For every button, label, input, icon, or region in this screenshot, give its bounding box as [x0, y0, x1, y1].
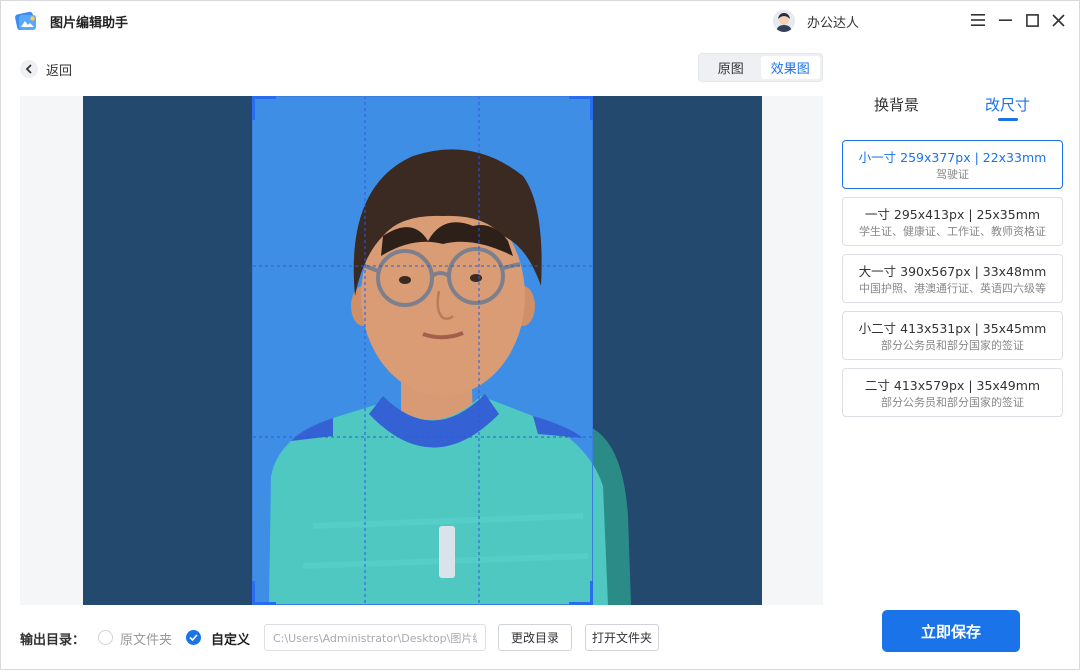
size-option-large-1inch[interactable]: 大一寸 390x567px | 33x48mm 中国护照、港澳通行证、英语四六级…: [842, 254, 1063, 303]
menu-button[interactable]: [969, 11, 987, 29]
back-button[interactable]: 返回: [20, 59, 72, 79]
menu-icon: [971, 14, 985, 26]
minimize-icon: [998, 19, 1012, 21]
avatar[interactable]: [773, 10, 795, 32]
check-icon: [189, 634, 198, 641]
maximize-icon: [1025, 13, 1039, 27]
open-folder-button[interactable]: 打开文件夹: [585, 624, 659, 651]
crop-handle-bottom-left[interactable]: [252, 581, 276, 605]
title-bar: 图片编辑助手 办公达人: [1, 1, 1080, 41]
size-option-title: 一寸 295x413px | 25x35mm: [864, 207, 1041, 222]
radio-original-folder[interactable]: [98, 630, 113, 645]
view-result-button[interactable]: 效果图: [760, 56, 820, 79]
crop-handle-bottom-right[interactable]: [569, 581, 593, 605]
user-avatar-icon: [773, 10, 795, 32]
crop-handle-top-right[interactable]: [569, 96, 593, 120]
save-now-button[interactable]: 立即保存: [882, 610, 1020, 652]
crop-handle-top-left[interactable]: [252, 96, 276, 120]
size-option-1inch[interactable]: 一寸 295x413px | 25x35mm 学生证、健康证、工作证、教师资格证: [842, 197, 1063, 246]
output-path-input[interactable]: [264, 624, 486, 651]
radio-original-folder-label[interactable]: 原文件夹: [120, 629, 172, 648]
tab-change-size[interactable]: 改尺寸: [985, 94, 1030, 115]
size-option-title: 二寸 413x579px | 35x49mm: [864, 378, 1041, 393]
size-option-desc: 部分公务员和部分国家的签证: [881, 396, 1024, 409]
radio-custom-folder[interactable]: [186, 630, 201, 645]
maximize-button[interactable]: [1023, 11, 1041, 29]
output-directory-label: 输出目录：: [20, 633, 86, 648]
size-option-title: 小一寸 259x377px | 22x33mm: [858, 150, 1047, 165]
crop-box[interactable]: [252, 96, 593, 605]
back-circle: [20, 60, 38, 78]
size-option-2inch[interactable]: 二寸 413x579px | 35x49mm 部分公务员和部分国家的签证: [842, 368, 1063, 417]
username: 办公达人: [807, 16, 860, 31]
change-directory-button[interactable]: 更改目录: [498, 624, 572, 651]
size-option-title: 小二寸 413x531px | 35x45mm: [858, 321, 1047, 336]
app-logo-icon: [15, 11, 36, 31]
size-option-small-2inch[interactable]: 小二寸 413x531px | 35x45mm 部分公务员和部分国家的签证: [842, 311, 1063, 360]
close-icon: [1051, 13, 1065, 27]
app-window: 图片编辑助手 办公达人 返回 原图 效果图 换背景 改尺寸 小一寸 259x37…: [0, 0, 1080, 670]
back-label: 返回: [46, 63, 73, 79]
active-tab-indicator: [998, 118, 1018, 121]
chevron-left-icon: [25, 64, 32, 74]
view-toggle: 原图 效果图: [698, 53, 823, 82]
size-option-desc: 部分公务员和部分国家的签证: [881, 339, 1024, 352]
close-button[interactable]: [1049, 11, 1067, 29]
view-original-button[interactable]: 原图: [701, 56, 761, 79]
size-option-desc: 驾驶证: [936, 168, 969, 181]
size-option-desc: 中国护照、港澳通行证、英语四六级等: [859, 282, 1046, 295]
preview-canvas: [20, 96, 823, 605]
radio-custom-folder-label[interactable]: 自定义: [211, 629, 250, 648]
app-title: 图片编辑助手: [50, 16, 129, 31]
size-option-small-1inch[interactable]: 小一寸 259x377px | 22x33mm 驾驶证: [842, 140, 1063, 189]
size-option-title: 大一寸 390x567px | 33x48mm: [858, 264, 1047, 279]
minimize-button[interactable]: [996, 11, 1014, 29]
tab-change-background[interactable]: 换背景: [874, 94, 919, 115]
photo-area: [83, 96, 762, 605]
size-option-desc: 学生证、健康证、工作证、教师资格证: [859, 225, 1046, 238]
